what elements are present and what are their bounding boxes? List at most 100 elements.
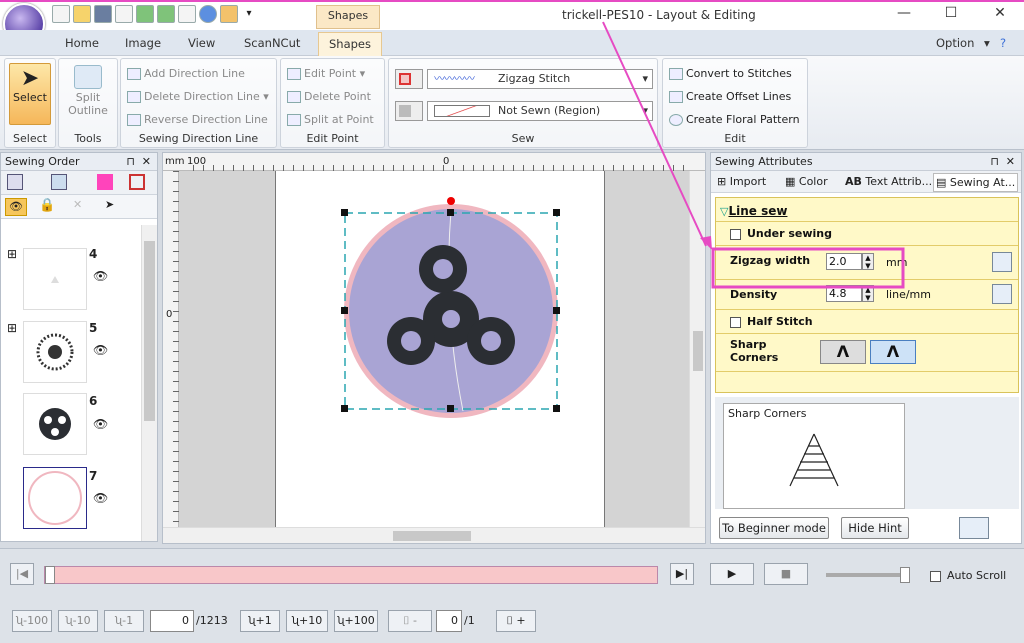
import-icon[interactable]: [136, 5, 154, 23]
panel-close-icon[interactable]: ✕: [142, 153, 151, 170]
option-menu[interactable]: Option: [936, 36, 974, 50]
visibility-icon[interactable]: 👁: [93, 417, 108, 431]
new-file-icon[interactable]: [52, 5, 70, 23]
list-item[interactable]: [23, 467, 87, 529]
beginner-mode-button[interactable]: To Beginner mode: [719, 517, 829, 539]
color-position-input[interactable]: 0: [436, 610, 462, 632]
stitch-slider[interactable]: [44, 566, 658, 584]
region-color-picker[interactable]: [395, 101, 423, 121]
auto-scroll-checkbox[interactable]: [930, 570, 941, 582]
density-input[interactable]: 4.8: [826, 285, 862, 302]
tab-image[interactable]: Image: [125, 36, 161, 50]
design-preview[interactable]: [331, 191, 561, 421]
cursor-small-icon[interactable]: ➤: [105, 198, 114, 211]
zigzag-width-input[interactable]: 2.0: [826, 253, 862, 270]
step-plus-100-button[interactable]: ʯ+100: [334, 610, 378, 632]
line-color-picker[interactable]: [395, 69, 423, 89]
region-stitch-dropdown[interactable]: Not Sewn (Region) ▾: [427, 101, 653, 121]
delete-point-button[interactable]: Delete Point: [287, 90, 371, 103]
lock-icon[interactable]: 🔒: [39, 198, 55, 213]
help-icon[interactable]: ?: [1000, 36, 1006, 50]
sewing-order-scrollbar[interactable]: [141, 225, 157, 541]
convert-to-stitches-button[interactable]: Convert to Stitches: [669, 67, 792, 80]
under-sewing-checkbox[interactable]: [730, 228, 741, 240]
speed-thumb[interactable]: [900, 567, 910, 583]
scroll-thumb[interactable]: [393, 531, 471, 541]
step-plus-1-button[interactable]: ʯ+1: [240, 610, 280, 632]
scroll-thumb[interactable]: [693, 331, 703, 371]
save-icon[interactable]: [94, 5, 112, 23]
rounded-corner-button[interactable]: Ʌ: [820, 340, 866, 364]
house-icon[interactable]: [992, 284, 1012, 304]
stop-button[interactable]: ■: [764, 563, 808, 585]
go-start-button[interactable]: |◀: [10, 563, 34, 585]
step-minus-100-button[interactable]: ʯ-100: [12, 610, 52, 632]
slider-thumb[interactable]: [45, 566, 55, 584]
tab-home[interactable]: Home: [65, 36, 99, 50]
select-button[interactable]: ➤ Select: [9, 63, 51, 125]
house-icon[interactable]: [992, 252, 1012, 272]
add-direction-line-button[interactable]: Add Direction Line: [127, 67, 245, 80]
visibility-icon[interactable]: 👁: [93, 491, 108, 505]
select-all-icon[interactable]: [7, 174, 23, 190]
pin-icon[interactable]: ⊓: [126, 153, 135, 170]
tab-text-attributes[interactable]: AB Text Attrib...: [845, 175, 932, 188]
color-prev-button[interactable]: ⌷ -: [388, 610, 432, 632]
color-sort-icon[interactable]: [97, 174, 113, 190]
hide-icon[interactable]: ✕: [73, 198, 82, 211]
go-end-button[interactable]: ▶|: [670, 563, 694, 585]
tab-scanncut[interactable]: ScanNCut: [244, 36, 300, 50]
hide-hint-button[interactable]: Hide Hint: [841, 517, 909, 539]
step-minus-10-button[interactable]: ʯ-10: [58, 610, 98, 632]
split-at-point-button[interactable]: Split at Point: [287, 113, 374, 126]
option-arrow-icon[interactable]: ▾: [984, 36, 990, 50]
zoom-icon[interactable]: [115, 5, 133, 23]
tab-view[interactable]: View: [188, 36, 215, 50]
tab-sewing-attributes[interactable]: ▤ Sewing At...: [933, 173, 1019, 192]
tab-import[interactable]: ⊞ Import: [717, 175, 766, 188]
split-outline-button[interactable]: Split Outline: [65, 63, 111, 125]
section-line-sew[interactable]: ▽Line sew: [716, 198, 1018, 222]
minimize-button[interactable]: —: [889, 5, 919, 21]
stepper-arrows-icon[interactable]: ▲ ▼: [862, 253, 874, 270]
half-stitch-checkbox[interactable]: [730, 316, 741, 328]
maximize-button[interactable]: ☐: [936, 5, 966, 21]
expand-icon[interactable]: ⊞: [7, 321, 17, 335]
list-item[interactable]: [23, 248, 87, 310]
speed-slider[interactable]: [826, 567, 910, 583]
open-folder-icon[interactable]: [73, 5, 91, 23]
eye-toggle-icon[interactable]: 👁: [5, 198, 27, 216]
create-offset-lines-button[interactable]: Create Offset Lines: [669, 90, 791, 103]
reverse-direction-line-button[interactable]: Reverse Direction Line: [127, 113, 268, 126]
canvas-vertical-scrollbar[interactable]: [689, 171, 705, 527]
create-floral-pattern-button[interactable]: Create Floral Pattern: [669, 113, 800, 126]
sharp-corner-button[interactable]: Λ: [870, 340, 916, 364]
delete-direction-line-button[interactable]: Delete Direction Line ▾: [127, 90, 269, 103]
step-plus-10-button[interactable]: ʯ+10: [286, 610, 328, 632]
stitch-position-input[interactable]: 0: [150, 610, 194, 632]
play-button[interactable]: ▶: [710, 563, 754, 585]
visibility-icon[interactable]: 👁: [93, 343, 108, 357]
canvas-horizontal-scrollbar[interactable]: [163, 527, 705, 543]
step-minus-1-button[interactable]: ʯ-1: [104, 610, 144, 632]
qat-dropdown-icon[interactable]: ▾: [241, 5, 257, 23]
list-item[interactable]: [23, 321, 87, 383]
list-item[interactable]: [23, 393, 87, 455]
close-button[interactable]: ✕: [985, 5, 1015, 21]
scroll-thumb[interactable]: [144, 241, 155, 421]
expand-icon[interactable]: ⊞: [7, 247, 17, 261]
transfer-icon[interactable]: [220, 5, 238, 23]
tab-color[interactable]: ▦ Color: [785, 175, 828, 188]
house-settings-icon[interactable]: [959, 517, 989, 539]
export-icon[interactable]: [157, 5, 175, 23]
globe-icon[interactable]: [199, 5, 217, 23]
panel-close-icon[interactable]: ✕: [1006, 153, 1015, 170]
color-next-button[interactable]: ⌷ +: [496, 610, 536, 632]
edit-point-button[interactable]: Edit Point ▾: [287, 67, 365, 80]
pin-icon[interactable]: ⊓: [990, 153, 999, 170]
stepper-arrows-icon[interactable]: ▲ ▼: [862, 285, 874, 302]
card-icon[interactable]: [178, 5, 196, 23]
line-stitch-dropdown[interactable]: 〰〰〰〰 Zigzag Stitch ▾: [427, 69, 653, 89]
visibility-icon[interactable]: 👁: [93, 269, 108, 283]
sort-icon[interactable]: [51, 174, 67, 190]
